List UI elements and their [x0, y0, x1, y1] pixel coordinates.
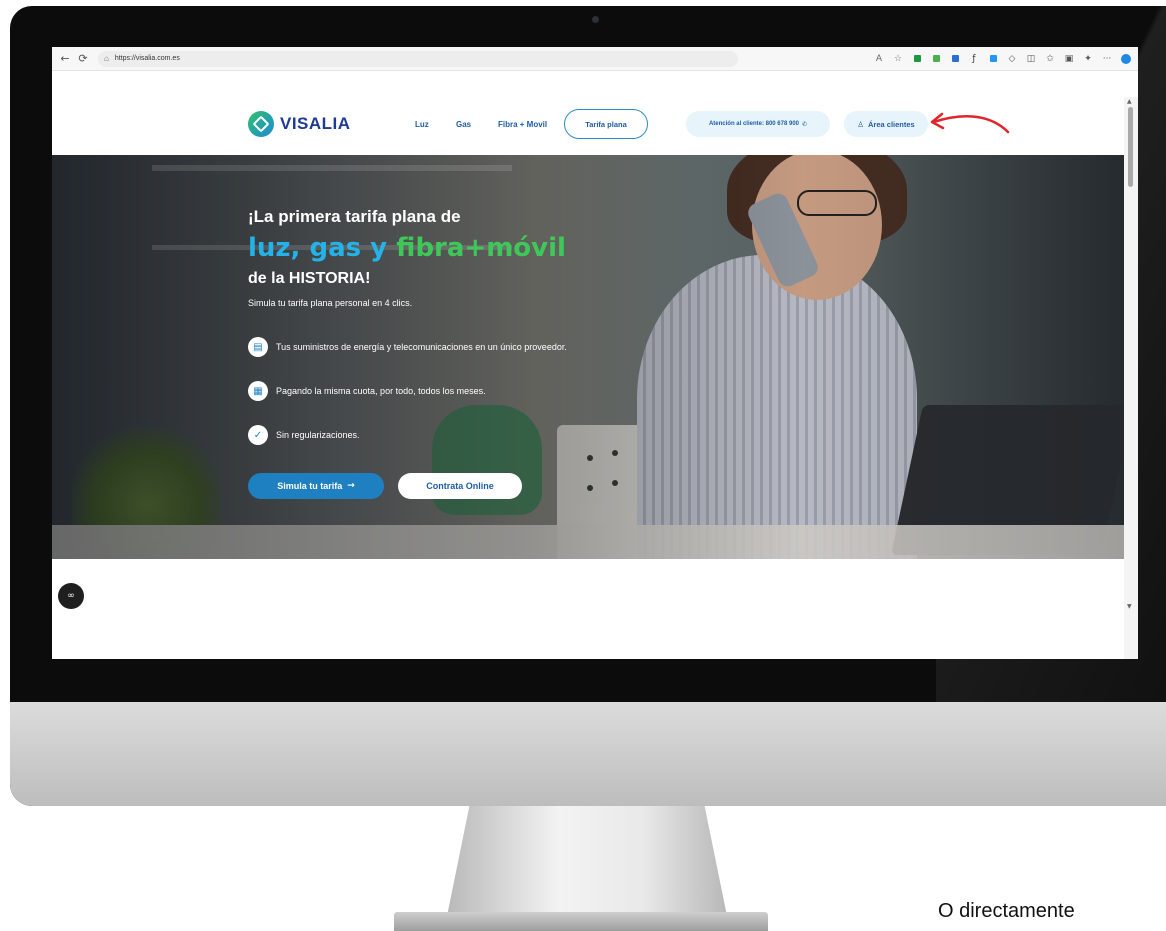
camera-icon: [592, 16, 599, 23]
url-text: https://visalia.com.es: [114, 55, 180, 62]
contrata-online-button[interactable]: Contrata Online: [398, 473, 522, 499]
nav-link-gas[interactable]: Gas: [456, 120, 471, 129]
favorites-bar-icon[interactable]: ✩: [1042, 51, 1058, 67]
extension-icon[interactable]: ◇: [1004, 51, 1020, 67]
feature-item: ✓ Sin regularizaciones.: [248, 425, 360, 445]
more-icon[interactable]: ···: [1099, 51, 1115, 67]
hero-title-line2: luz, gas y fibra+móvil: [248, 233, 566, 263]
favorite-icon[interactable]: ☆: [890, 51, 906, 67]
area-clientes-button[interactable]: ♙ Área clientes: [844, 111, 928, 137]
hero-subtitle: Simula tu tarifa plana personal en 4 cli…: [248, 298, 413, 308]
scrollbar[interactable]: ▲ ▼: [1124, 97, 1138, 659]
read-aloud-icon[interactable]: A: [871, 51, 887, 67]
browser-extensions: A ☆ ƒ ◇ ◫ ✩ ▣ ✦ ···: [871, 51, 1138, 67]
customer-service-label: Atención al cliente: 800 678 900: [708, 121, 799, 127]
copilot-icon[interactable]: [1118, 51, 1134, 67]
nav-link-fibra[interactable]: Fibra + Movil: [498, 120, 547, 129]
arrow-right-icon: →: [347, 481, 355, 491]
hero-title-line1: ¡La primera tarifa plana de: [248, 207, 461, 226]
brand-logo[interactable]: VISALIA: [248, 111, 351, 137]
feature-item: ▤ Tus suministros de energía y telecomun…: [248, 337, 567, 357]
chat-widget-icon[interactable]: ∞: [58, 583, 84, 609]
nav-link-luz[interactable]: Luz: [415, 120, 429, 129]
extensions-icon[interactable]: ✦: [1080, 51, 1096, 67]
brand-name: VISALIA: [280, 114, 351, 133]
extension-icon[interactable]: [928, 51, 944, 67]
tarifa-plana-button[interactable]: Tarifa plana: [564, 109, 648, 139]
extension-icon[interactable]: [909, 51, 925, 67]
simula-tarifa-button[interactable]: Simula tu tarifa →: [248, 473, 384, 499]
monitor-stand: [447, 806, 727, 916]
extension-icon[interactable]: [947, 51, 963, 67]
scroll-down-icon[interactable]: ▼: [1127, 603, 1132, 610]
monitor-stand-base: [394, 912, 768, 931]
caption-text: O directamente: [938, 900, 1075, 922]
lock-icon: ⌂: [104, 54, 109, 63]
back-icon[interactable]: ←: [56, 50, 74, 68]
user-icon: ♙: [857, 119, 865, 129]
browser-toolbar: ← ⟳ ⌂ https://visalia.com.es A ☆ ƒ ◇ ◫ ✩…: [52, 47, 1138, 71]
screen: ← ⟳ ⌂ https://visalia.com.es A ☆ ƒ ◇ ◫ ✩…: [52, 47, 1138, 659]
clipboard-icon: ▤: [248, 337, 268, 357]
extension-icon[interactable]: [985, 51, 1001, 67]
customer-service-button[interactable]: Atención al cliente: 800 678 900 ✆: [686, 111, 830, 137]
visalia-logo-icon: [248, 111, 274, 137]
hero-banner: ¡La primera tarifa plana de luz, gas y f…: [52, 155, 1124, 559]
split-screen-icon[interactable]: ◫: [1023, 51, 1039, 67]
scroll-thumb[interactable]: [1128, 107, 1133, 187]
scroll-up-icon[interactable]: ▲: [1127, 98, 1132, 105]
annotation-arrow-icon: [930, 112, 1010, 134]
refresh-icon[interactable]: ⟳: [74, 50, 92, 68]
monitor-chin: [10, 702, 1166, 806]
thumbs-up-icon: ✓: [248, 425, 268, 445]
hero-title-line3: de la HISTORIA!: [248, 270, 371, 287]
formula-icon[interactable]: ƒ: [966, 51, 982, 67]
area-clientes-label: Área clientes: [868, 119, 915, 129]
address-bar[interactable]: ⌂ https://visalia.com.es: [98, 50, 738, 67]
collections-icon[interactable]: ▣: [1061, 51, 1077, 67]
phone-icon: ✆: [802, 120, 808, 128]
calendar-icon: ▦: [248, 381, 268, 401]
feature-item: ▦ Pagando la misma cuota, por todo, todo…: [248, 381, 486, 401]
